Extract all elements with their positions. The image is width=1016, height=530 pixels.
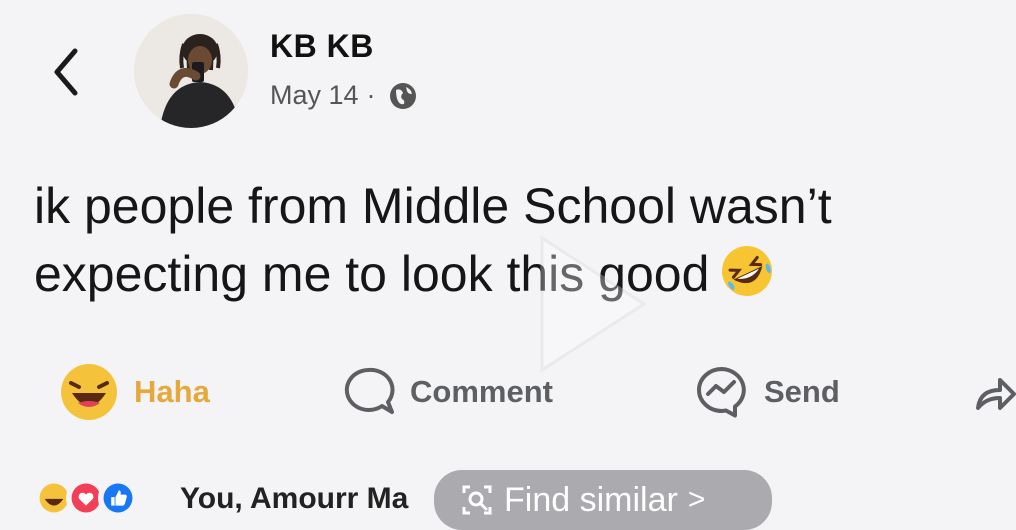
post-meta: May 14 · <box>270 80 418 111</box>
share-icon <box>976 378 1016 410</box>
comment-icon <box>344 367 395 414</box>
like-reaction-icon <box>98 478 138 518</box>
messenger-icon <box>697 367 746 418</box>
play-icon[interactable] <box>538 234 648 374</box>
haha-emoji-icon <box>61 364 117 420</box>
post-date[interactable]: May 14 <box>270 80 359 111</box>
author-name[interactable]: KB KB <box>270 28 374 65</box>
chevron-right-icon: > <box>687 483 706 516</box>
haha-label: Haha <box>134 374 210 409</box>
meta-separator: · <box>366 80 376 110</box>
avatar[interactable] <box>134 14 248 128</box>
comment-label: Comment <box>410 374 553 409</box>
rofl-emoji-icon <box>722 246 773 296</box>
find-similar-label: Find similar <box>504 480 678 519</box>
share-button[interactable] <box>970 362 1016 422</box>
post-text: ik people from Middle School wasn’t expe… <box>34 172 994 308</box>
search-icon <box>462 485 492 515</box>
back-arrow-icon <box>54 48 78 96</box>
profile-photo <box>134 14 248 128</box>
comment-button[interactable]: Comment <box>340 362 553 422</box>
send-button[interactable]: Send <box>694 362 840 422</box>
back-button[interactable] <box>44 44 88 100</box>
globe-icon <box>389 82 416 109</box>
post-text-line-2: expecting me to look this good <box>34 240 994 308</box>
reaction-names[interactable]: You, Amourr Ma <box>180 482 408 516</box>
post-text-line-1: ik people from Middle School wasn’t <box>34 178 832 234</box>
send-label: Send <box>764 374 840 409</box>
reaction-summary[interactable] <box>34 478 138 518</box>
haha-button[interactable]: Haha <box>58 362 210 422</box>
find-similar-button[interactable]: Find similar > <box>434 470 772 530</box>
